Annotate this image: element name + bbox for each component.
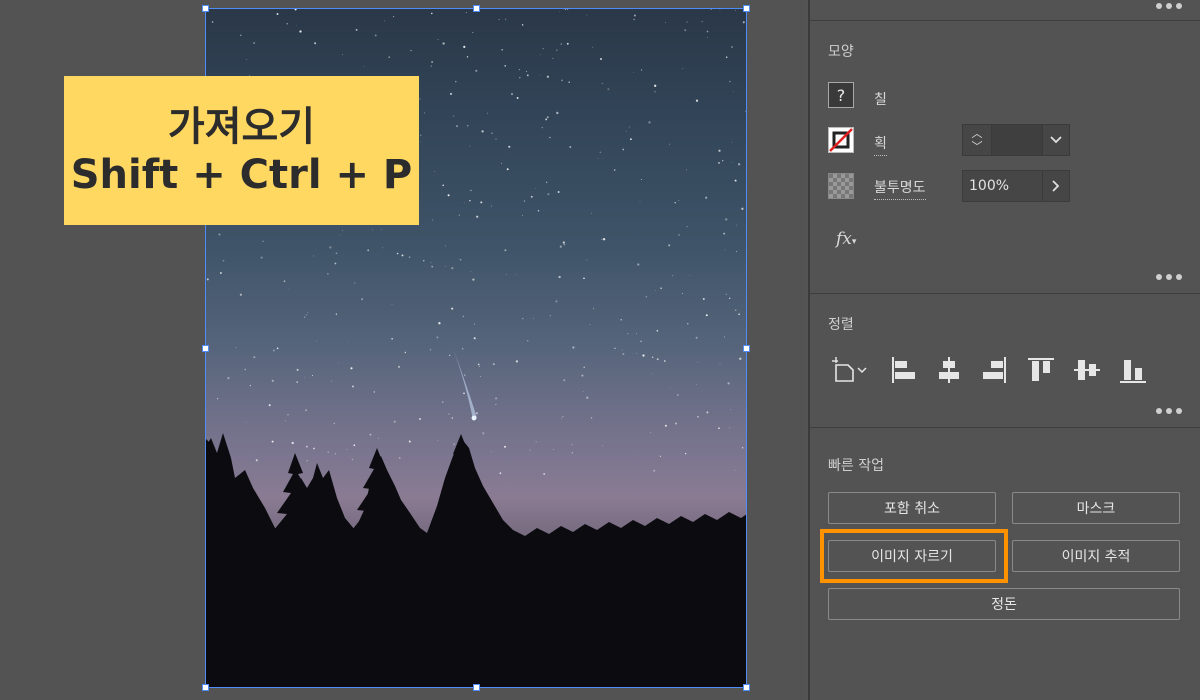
horizontal-align-right-icon[interactable] <box>980 355 1010 385</box>
resize-handle-top-center[interactable] <box>473 5 480 12</box>
resize-handle-bottom-left[interactable] <box>202 684 209 691</box>
comet <box>453 348 477 420</box>
more-options-icon[interactable] <box>1156 2 1182 10</box>
divider <box>810 427 1200 428</box>
more-options-icon[interactable] <box>1156 273 1182 281</box>
resize-handle-top-right[interactable] <box>743 5 750 12</box>
forest-silhouette <box>205 433 747 688</box>
divider <box>810 20 1200 21</box>
fill-swatch[interactable]: ? <box>828 82 854 108</box>
fill-label: 칠 <box>874 92 887 108</box>
resize-handle-bottom-right[interactable] <box>743 684 750 691</box>
image-trace-button[interactable]: 이미지 추적 <box>1012 540 1180 572</box>
appearance-section-title: 모양 <box>828 44 854 60</box>
properties-panel: 모양 ? 칠 획 ︿ ﹀ 불투명도 100% fx▾ 정렬 빠른 작업 포함 취… <box>808 0 1200 700</box>
resize-handle-bottom-center[interactable] <box>473 684 480 691</box>
horizontal-align-left-icon[interactable] <box>888 355 918 385</box>
resize-handle-middle-right[interactable] <box>743 345 750 352</box>
shortcut-callout: 가져오기 Shift + Ctrl + P <box>64 76 419 225</box>
opacity-field[interactable]: 100% <box>962 170 1070 202</box>
callout-title: 가져오기 <box>167 103 316 150</box>
stroke-weight-input[interactable] <box>992 125 1042 155</box>
canvas-area[interactable]: 가져오기 Shift + Ctrl + P <box>0 0 806 700</box>
quick-actions-section-title: 빠른 작업 <box>828 458 884 474</box>
fx-effects-icon[interactable]: fx▾ <box>836 229 856 249</box>
chevron-right-icon[interactable] <box>1042 171 1069 201</box>
vertical-align-top-icon[interactable] <box>1026 355 1056 385</box>
vertical-align-bottom-icon[interactable] <box>1118 355 1148 385</box>
unknown-color-icon: ? <box>836 85 846 105</box>
more-options-icon[interactable] <box>1156 407 1182 415</box>
mask-button[interactable]: 마스크 <box>1012 492 1180 524</box>
align-to-artboard-icon[interactable] <box>830 355 870 385</box>
resize-handle-middle-left[interactable] <box>202 345 209 352</box>
opacity-value[interactable]: 100% <box>969 178 1009 194</box>
stepper-arrows-icon[interactable]: ︿ ﹀ <box>963 125 992 155</box>
stroke-swatch[interactable] <box>828 127 854 153</box>
horizontal-align-center-icon[interactable] <box>934 355 964 385</box>
align-section-title: 정렬 <box>828 317 854 333</box>
divider <box>810 293 1200 294</box>
callout-shortcut: Shift + Ctrl + P <box>70 151 413 198</box>
crop-image-button[interactable]: 이미지 자르기 <box>828 540 996 572</box>
no-stroke-icon <box>829 128 853 152</box>
vertical-align-center-icon[interactable] <box>1072 355 1102 385</box>
release-clipping-mask-button[interactable]: 포함 취소 <box>828 492 996 524</box>
stroke-label[interactable]: 획 <box>874 133 887 156</box>
resize-handle-top-left[interactable] <box>202 5 209 12</box>
chevron-down-icon[interactable] <box>1042 125 1069 155</box>
opacity-swatch-icon <box>828 173 854 199</box>
arrange-button[interactable]: 정돈 <box>828 588 1180 620</box>
opacity-label[interactable]: 불투명도 <box>874 177 926 200</box>
stroke-weight-stepper[interactable]: ︿ ﹀ <box>962 124 1070 156</box>
comet-head <box>471 415 477 421</box>
